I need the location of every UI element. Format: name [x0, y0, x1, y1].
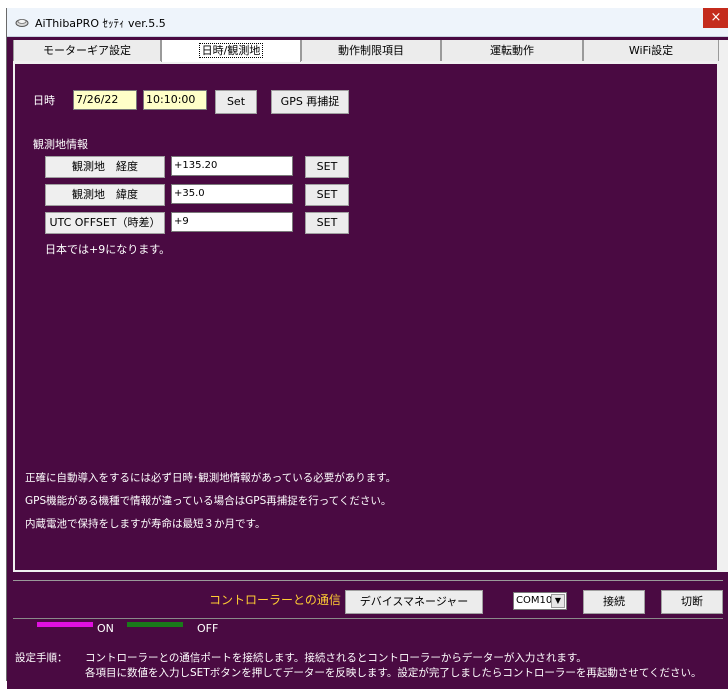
tab-motor-gear[interactable]: モーターギア設定: [13, 40, 161, 61]
disconnect-button[interactable]: 切断: [661, 590, 723, 614]
device-manager-button[interactable]: デバイスマネージャー: [345, 590, 483, 614]
off-color-swatch: [127, 622, 183, 627]
tab-drive-operation[interactable]: 運転動作: [441, 40, 583, 61]
utc-offset-note: 日本では+9になります。: [45, 243, 171, 256]
tab-label: WiFi設定: [628, 44, 674, 57]
app-icon: [15, 19, 29, 27]
tab-label: 動作制限項目: [338, 44, 404, 57]
app-window: AiThibaPRO ｾｯﾃｨ ver.5.5 × モーターギア設定 日時/観測…: [6, 8, 728, 689]
date-field[interactable]: 7/26/22: [73, 90, 137, 110]
tab-datetime-location[interactable]: 日時/観測地: [161, 40, 301, 63]
utc-offset-field[interactable]: +9: [171, 212, 293, 232]
latitude-field[interactable]: +35.0: [171, 184, 293, 204]
instructions-prefix: 設定手順：: [15, 652, 68, 664]
tab-wifi-settings[interactable]: WiFi設定: [583, 40, 719, 61]
utc-offset-set-button[interactable]: SET: [305, 212, 349, 234]
close-button[interactable]: ×: [703, 8, 728, 28]
window-title: AiThibaPRO ｾｯﾃｨ ver.5.5: [35, 17, 166, 30]
utc-offset-label-button[interactable]: UTC OFFSET（時差）: [45, 212, 165, 234]
datetime-set-button[interactable]: Set: [215, 90, 257, 114]
note-line-1: 正確に自動導入をするには必ず日時･観測地情報があっている必要があります。: [25, 472, 397, 484]
on-color-swatch: [37, 622, 93, 627]
time-field[interactable]: 10:10:00: [143, 90, 207, 110]
longitude-field[interactable]: +135.20: [171, 156, 293, 176]
tab-label: 運転動作: [490, 44, 534, 57]
window-frame-right: [719, 40, 728, 572]
note-line-3: 内蔵電池で保持をしますが寿命は最短３か月です。: [25, 518, 266, 530]
off-legend-label: OFF: [197, 622, 219, 635]
divider: [13, 618, 723, 619]
instructions-line-1: コントローラーとの通信ポートを接続します。接続されるとコントローラーからデーター…: [85, 652, 587, 664]
title-bar: AiThibaPRO ｾｯﾃｨ ver.5.5 ×: [7, 8, 728, 37]
instructions-line-2: 各項目に数値を入力しSETボタンを押してデーターを反映します。設定が完了しました…: [85, 667, 702, 679]
tab-label: 日時/観測地: [198, 43, 264, 58]
tab-motion-limits[interactable]: 動作制限項目: [301, 40, 441, 61]
tab-panel: 日時 7/26/22 10:10:00 Set GPS 再捕捉 観測地情報 観測…: [13, 62, 719, 572]
latitude-set-button[interactable]: SET: [305, 184, 349, 206]
datetime-label: 日時: [33, 94, 55, 107]
chevron-down-icon[interactable]: ▼: [551, 594, 565, 608]
gps-recapture-button[interactable]: GPS 再捕捉: [271, 90, 349, 114]
observation-section-label: 観測地情報: [33, 138, 88, 151]
bottom-bar: コントローラーとの通信 デバイスマネージャー COM10 ▼ 接続 切断 ON …: [7, 580, 728, 689]
longitude-label-button[interactable]: 観測地 経度: [45, 156, 165, 178]
on-legend-label: ON: [97, 622, 114, 635]
connect-button[interactable]: 接続: [583, 590, 645, 614]
tab-label: モーターギア設定: [43, 44, 131, 57]
latitude-label-button[interactable]: 観測地 緯度: [45, 184, 165, 206]
com-port-select[interactable]: COM10 ▼: [513, 592, 567, 610]
tab-bar: モーターギア設定 日時/観測地 動作制限項目 運転動作 WiFi設定: [13, 40, 719, 63]
com-port-value: COM10: [516, 595, 553, 606]
longitude-set-button[interactable]: SET: [305, 156, 349, 178]
divider: [13, 580, 723, 581]
communication-label: コントローラーとの通信: [209, 593, 341, 607]
note-line-2: GPS機能がある機種で情報が違っている場合はGPS再捕捉を行ってください。: [25, 495, 392, 507]
